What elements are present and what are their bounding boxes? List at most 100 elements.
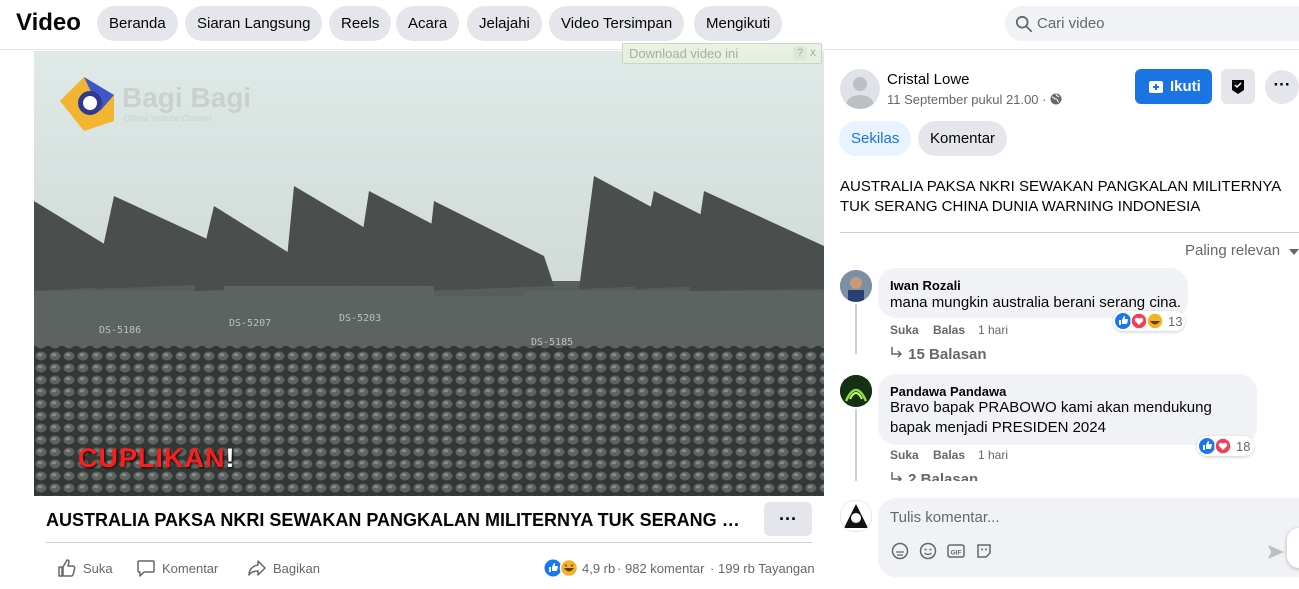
video-description: AUSTRALIA PAKSA NKRI SEWAKAN PANGKALAN M… [840, 178, 1281, 215]
svg-text:Official Youtube Channel: Official Youtube Channel [124, 114, 212, 123]
video-overlay-caption: CUPLIKAN! [78, 443, 236, 474]
nav-jelajahi[interactable]: Jelajahi [467, 6, 542, 41]
comment-author[interactable]: Iwan Rozali [890, 278, 961, 293]
stats-dot: · [617, 561, 622, 576]
nav-siaran-langsung[interactable]: Siaran Langsung [185, 6, 323, 41]
comment-reply-button[interactable]: Balas [933, 448, 965, 462]
emoji-icon[interactable] [919, 542, 937, 560]
video-player[interactable]: DS-5186 DS-5207 DS-5203 DS-5185 Bagi Bag… [34, 51, 824, 496]
share-icon [248, 560, 266, 576]
nav-reels[interactable]: Reels [329, 6, 392, 41]
comment-reaction-count: 13 [1168, 314, 1183, 329]
reaction-count[interactable]: 4,9 rb [582, 561, 615, 576]
video-frame: DS-5186 DS-5207 DS-5203 DS-5185 Bagi Bag… [34, 51, 824, 496]
comment-label: Komentar [162, 561, 219, 576]
thread-line [855, 409, 857, 481]
nav-beranda[interactable]: Beranda [97, 6, 178, 41]
chevron-down-icon [1289, 249, 1299, 255]
replies-label: 2 Balasan [908, 471, 979, 481]
current-user-avatar[interactable] [840, 500, 872, 532]
save-icon [1232, 80, 1244, 94]
comment-icon [137, 560, 155, 577]
comment-reactions[interactable]: 13 [1113, 311, 1185, 331]
divider [840, 232, 1299, 233]
share-label: Bagikan [273, 561, 320, 576]
comment-bubble: Pandawa Pandawa Bravo bapak PRABOWO kami… [878, 374, 1257, 445]
replies-label: 15 Balasan [908, 346, 987, 363]
reply-arrow-icon [891, 472, 903, 481]
send-icon[interactable] [1267, 543, 1285, 561]
search-box[interactable] [1005, 6, 1299, 41]
like-button[interactable]: Suka [57, 558, 117, 578]
comment-reaction-count: 18 [1236, 439, 1251, 454]
video-stats: 4,9 rb · 982 komentar · 199 rb Tayangan [544, 558, 815, 578]
avatar-photo [840, 500, 872, 532]
poster-avatar[interactable] [840, 69, 880, 109]
view-replies-button[interactable]: 2 Balasan [890, 471, 978, 481]
search-input[interactable] [1037, 6, 1287, 41]
scroll-nudge-button[interactable] [1287, 528, 1299, 568]
download-close-button[interactable]: x [810, 45, 816, 59]
follow-icon [1149, 81, 1163, 93]
post-date[interactable]: 11 September pukul 21.00 · [887, 92, 1062, 107]
like-icon [58, 559, 76, 577]
divider [46, 542, 812, 543]
commenter-avatar[interactable] [840, 375, 872, 407]
comment-like-button[interactable]: Suka [890, 448, 919, 462]
tab-sekilas[interactable]: Sekilas [839, 121, 912, 156]
comment-input[interactable] [890, 506, 1280, 528]
view-replies-button[interactable]: 15 Balasan [890, 346, 987, 363]
share-button[interactable]: Bagikan [247, 558, 327, 578]
svg-text:DS-5207: DS-5207 [229, 318, 271, 329]
download-video-label[interactable]: Download video ini [629, 46, 738, 61]
svg-text:DS-5186: DS-5186 [99, 325, 141, 336]
download-help-button[interactable]: ? [793, 46, 807, 60]
reaction-icons [1115, 312, 1164, 330]
comment-sort-dropdown[interactable]: Paling relevan [1185, 242, 1299, 259]
gif-icon[interactable]: GIF [947, 542, 965, 560]
comment-time[interactable]: 1 hari [978, 448, 1008, 462]
comment-text-line-1: Bravo bapak PRABOWO kami akan mendukung [890, 399, 1212, 416]
svg-text:Bagi Bagi: Bagi Bagi [122, 82, 251, 113]
replies-clip: 2 Balasan [880, 466, 1180, 481]
nav-acara[interactable]: Acara [396, 6, 460, 41]
page-title: Video [16, 9, 81, 36]
comment-author[interactable]: Pandawa Pandawa [890, 384, 1006, 399]
reaction-icons [1199, 437, 1232, 455]
follow-button[interactable]: Ikuti [1135, 69, 1212, 104]
comment-text: mana mungkin australia berani serang cin… [890, 294, 1181, 311]
video-more-button[interactable]: ··· [764, 502, 812, 536]
reply-arrow-icon [891, 347, 903, 358]
search-icon [1015, 15, 1033, 33]
comment-text-line-2: bapak menjadi PRESIDEN 2024 [890, 419, 1106, 436]
like-label: Suka [83, 561, 113, 576]
tab-komentar[interactable]: Komentar [918, 121, 1008, 156]
stats-dot: · [710, 561, 715, 576]
comment-button[interactable]: Komentar [136, 558, 228, 578]
avatar-sticker-icon[interactable] [975, 542, 993, 560]
poster-name[interactable]: Cristal Lowe [887, 71, 970, 88]
comment-count[interactable]: 982 komentar [625, 561, 705, 576]
comment-time[interactable]: 1 hari [978, 323, 1008, 337]
nav-mengikuti[interactable]: Mengikuti [694, 6, 783, 41]
view-count: 199 rb Tayangan [718, 561, 815, 576]
sticker-icon[interactable] [891, 542, 909, 560]
commenter-avatar[interactable] [840, 270, 872, 302]
nav-video-tersimpan[interactable]: Video Tersimpan [549, 6, 685, 41]
overlay-text-red: CUPLIKAN [78, 443, 226, 473]
save-video-button[interactable] [1221, 69, 1255, 104]
poster-more-button[interactable]: ··· [1265, 70, 1299, 104]
comment-reply-button[interactable]: Balas [933, 323, 965, 337]
comment-like-button[interactable]: Suka [890, 323, 919, 337]
svg-text:DS-5203: DS-5203 [339, 313, 381, 324]
comment-reactions[interactable]: 18 [1197, 436, 1254, 456]
overlay-text-white: ! [225, 443, 236, 473]
download-video-bar[interactable]: Download video ini ? x [622, 43, 822, 64]
default-avatar-icon [846, 77, 874, 109]
avatar-photo [840, 375, 872, 407]
globe-icon [1050, 93, 1062, 105]
reaction-icons [544, 558, 578, 578]
svg-text:GIF: GIF [951, 550, 962, 557]
video-title: AUSTRALIA PAKSA NKRI SEWAKAN PANGKALAN M… [46, 510, 746, 530]
comment-composer: GIF [878, 498, 1299, 577]
